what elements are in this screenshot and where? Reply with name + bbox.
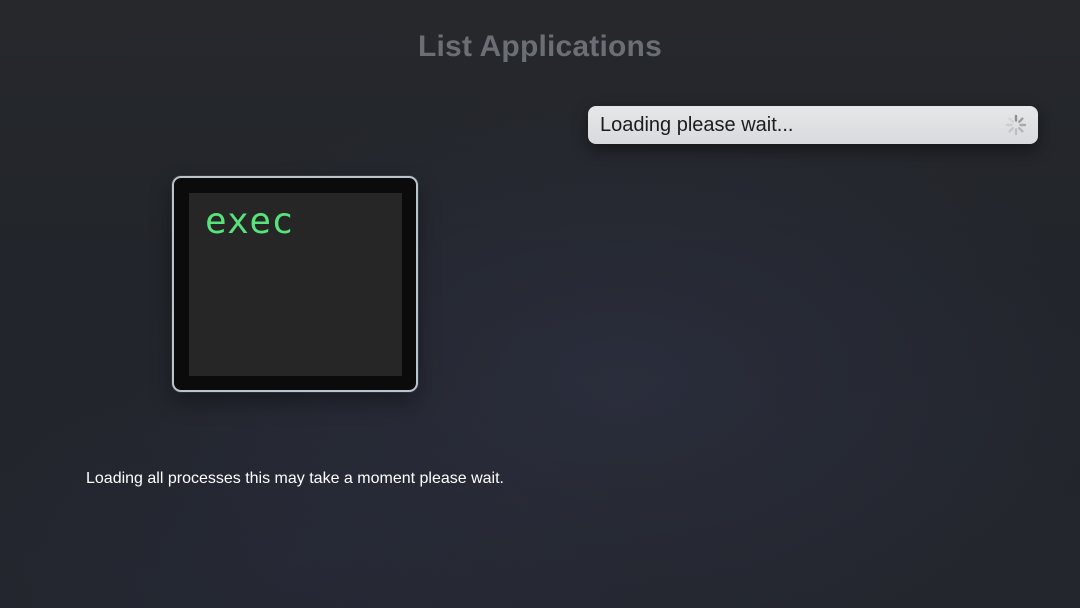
loading-text: Loading please wait...	[600, 114, 794, 136]
app-tile-exec[interactable]: exec	[172, 176, 418, 392]
app-label: exec	[205, 201, 294, 242]
status-message: Loading all processes this may take a mo…	[86, 470, 504, 487]
page-title: List Applications	[418, 30, 662, 63]
loading-banner: Loading please wait...	[588, 106, 1038, 144]
terminal-icon: exec	[189, 193, 402, 376]
spinner-icon	[1004, 113, 1028, 137]
